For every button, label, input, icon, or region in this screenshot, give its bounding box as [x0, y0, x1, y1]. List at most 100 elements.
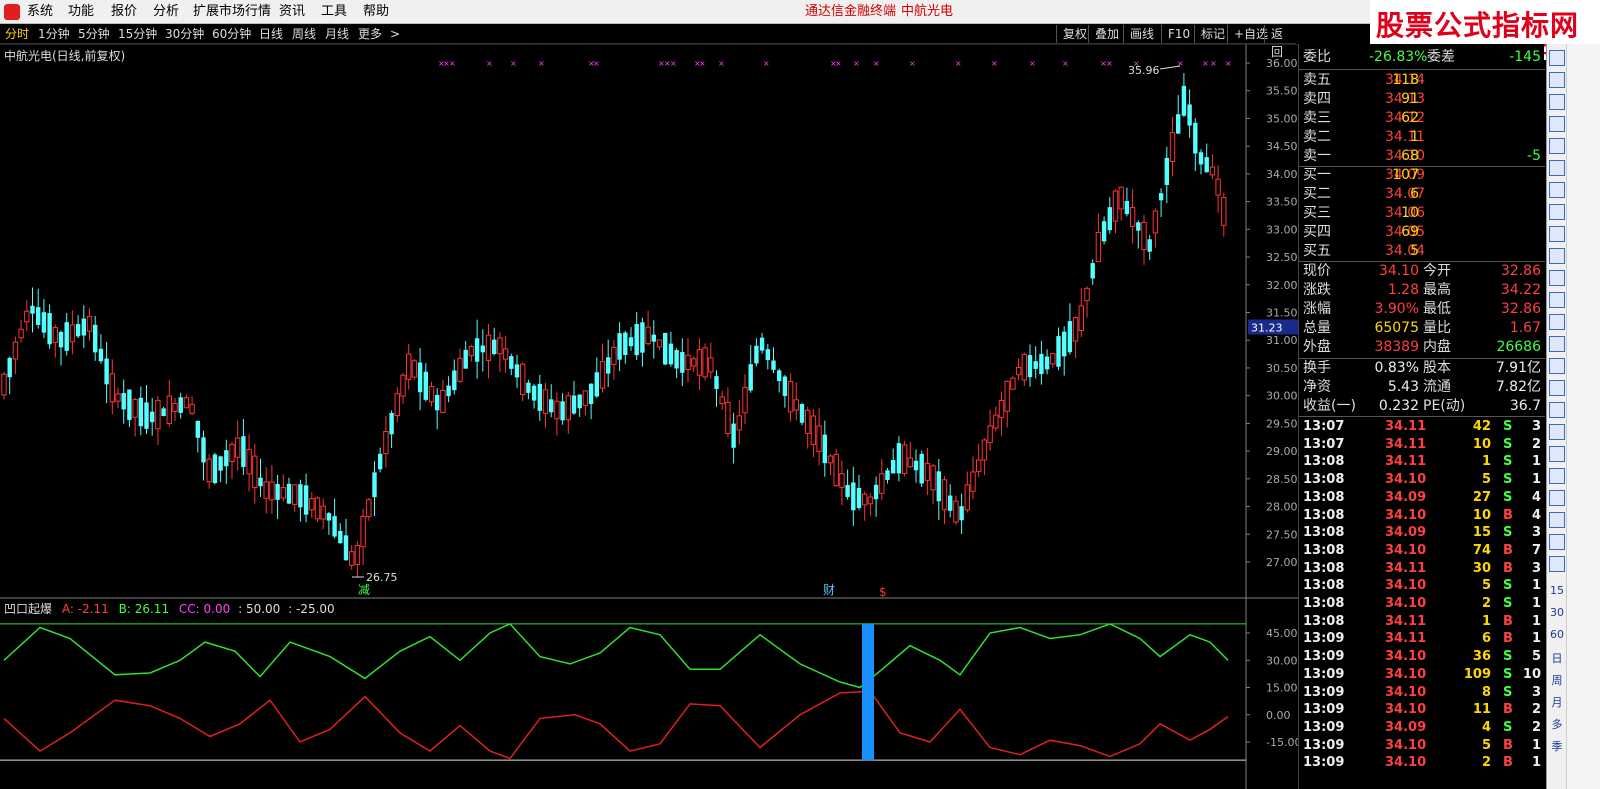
- tab-more[interactable]: 更多: [358, 24, 382, 44]
- tool-icon-24[interactable]: [1549, 556, 1565, 572]
- candle-body-up: [1095, 231, 1102, 263]
- kline-chart[interactable]: ×× × × × × ×× × × × ×× × × ×× × × × × × × × × × × × × × × 36.00 35.…: [0, 44, 1298, 789]
- tick-time: 13:08: [1303, 472, 1345, 488]
- candle-body-down: [332, 516, 337, 537]
- menu-system[interactable]: 系统: [27, 0, 53, 24]
- tool-icon-22[interactable]: [1549, 512, 1565, 528]
- ask-volume: 1: [1410, 129, 1419, 145]
- period-tab-week[interactable]: 周: [1547, 672, 1567, 688]
- indicator-tick: -15.00: [1266, 736, 1298, 749]
- price-tick: 30.00: [1266, 390, 1298, 403]
- candle-body-up: [901, 444, 908, 474]
- tick-count: 2: [1531, 436, 1541, 452]
- tool-icon-21[interactable]: [1549, 490, 1565, 506]
- period-tab-day[interactable]: 日: [1547, 650, 1567, 666]
- price-tick: 35.00: [1266, 112, 1298, 125]
- menu-quote[interactable]: 报价: [111, 0, 137, 24]
- vertical-scrollbar[interactable]: [1566, 44, 1600, 789]
- indicator-axis: 45.00 30.00 15.00 0.00 -15.00: [0, 623, 1298, 761]
- tick-time: 13:08: [1303, 542, 1345, 558]
- mark-button[interactable]: 标记: [1194, 25, 1231, 43]
- tick-row: 13:09 34.09 4 S 2: [1299, 719, 1545, 737]
- period-tab-30[interactable]: 30: [1547, 606, 1567, 619]
- draw-line-button[interactable]: 画线: [1123, 25, 1160, 43]
- tool-icon-19[interactable]: [1549, 446, 1565, 462]
- tick-count: 2: [1531, 719, 1541, 735]
- tool-icon-20[interactable]: [1549, 468, 1565, 484]
- tool-icon-11[interactable]: [1549, 270, 1565, 286]
- candle-body-up: [183, 397, 190, 409]
- tool-icon-8[interactable]: [1549, 204, 1565, 220]
- tool-icon-17[interactable]: [1549, 402, 1565, 418]
- tool-icon-3[interactable]: [1549, 94, 1565, 110]
- candle-body-down: [526, 382, 531, 393]
- tool-icon-12[interactable]: [1549, 292, 1565, 308]
- candle-body-down: [1044, 356, 1050, 370]
- candle-body-down: [1181, 85, 1187, 116]
- bid-level-label: 买四: [1303, 224, 1331, 240]
- ask-row: 卖一 34.10 68 -5: [1299, 147, 1545, 166]
- tab-weekly[interactable]: 周线: [292, 24, 316, 44]
- marker-cai: 财: [823, 583, 835, 597]
- tool-icon-1[interactable]: [1549, 50, 1565, 66]
- candle-body-down: [81, 318, 86, 336]
- period-tab-60[interactable]: 60: [1547, 628, 1567, 641]
- tool-icon-9[interactable]: [1549, 226, 1565, 242]
- f10-button[interactable]: F10: [1161, 25, 1196, 43]
- stat2-row: 净资 5.43 流通 7.82亿: [1299, 378, 1545, 397]
- bid-volume: 6: [1410, 186, 1419, 202]
- tab-30min[interactable]: 30分钟: [165, 24, 204, 44]
- stat2-label: 收益(一): [1303, 398, 1356, 414]
- tool-icon-23[interactable]: [1549, 534, 1565, 550]
- candle-body-down: [378, 453, 383, 470]
- signal-x-marker: ×: [593, 59, 600, 68]
- tool-icon-6[interactable]: [1549, 160, 1565, 176]
- tab-5min[interactable]: 5分钟: [78, 24, 110, 44]
- overlay-button[interactable]: 叠加: [1088, 25, 1125, 43]
- tab-intraday[interactable]: 分时: [5, 24, 29, 44]
- tool-icon-14[interactable]: [1549, 336, 1565, 352]
- tick-side: S: [1503, 719, 1513, 735]
- menu-function[interactable]: 功能: [68, 0, 94, 24]
- stat-value: 3.90%: [1374, 301, 1419, 317]
- tool-icon-4[interactable]: [1549, 116, 1565, 132]
- candle-body-up: [354, 544, 361, 565]
- period-tab-multi[interactable]: 多: [1547, 716, 1567, 732]
- tool-icon-7[interactable]: [1549, 182, 1565, 198]
- candle-body-up: [411, 360, 418, 378]
- stat2-row: 换手 0.83% 股本 7.91亿: [1299, 359, 1545, 378]
- candle-body-down: [606, 357, 611, 374]
- period-tab-month[interactable]: 月: [1547, 694, 1567, 710]
- tick-time: 13:08: [1303, 596, 1345, 611]
- tool-icon-10[interactable]: [1549, 248, 1565, 264]
- tab-60min[interactable]: 60分钟: [212, 24, 251, 44]
- tool-icon-18[interactable]: [1549, 424, 1565, 440]
- period-tab-season[interactable]: 季: [1547, 738, 1567, 754]
- menu-tools[interactable]: 工具: [321, 0, 347, 24]
- menu-info[interactable]: 资讯: [279, 0, 305, 24]
- menu-help[interactable]: 帮助: [363, 0, 389, 24]
- ask-volume: 91: [1401, 91, 1419, 107]
- candle-body-up: [206, 458, 212, 483]
- tool-icon-13[interactable]: [1549, 314, 1565, 330]
- tick-price: 34.10: [1385, 472, 1427, 488]
- tool-icon-5[interactable]: [1549, 138, 1565, 154]
- tab-daily[interactable]: 日线: [259, 24, 283, 44]
- tab-1min[interactable]: 1分钟: [38, 24, 70, 44]
- chevron-right-icon[interactable]: >: [390, 24, 400, 44]
- tool-icon-16[interactable]: [1549, 380, 1565, 396]
- tool-icon-2[interactable]: [1549, 72, 1565, 88]
- menu-extended-market[interactable]: 扩展市场行情: [193, 0, 271, 24]
- tab-15min[interactable]: 15分钟: [118, 24, 157, 44]
- tick-volume: 30: [1472, 560, 1491, 576]
- tab-monthly[interactable]: 月线: [325, 24, 349, 44]
- bid-level-label: 买一: [1303, 167, 1331, 183]
- period-tab-15[interactable]: 15: [1547, 584, 1567, 597]
- bid-volume: 10: [1401, 205, 1419, 221]
- menu-analysis[interactable]: 分析: [153, 0, 179, 24]
- tick-volume: 11: [1472, 702, 1491, 718]
- bid-volume: 69: [1401, 224, 1419, 240]
- tool-icon-15[interactable]: [1549, 358, 1565, 374]
- back-button[interactable]: 返回: [1264, 25, 1296, 59]
- candle-body-down: [1107, 207, 1112, 231]
